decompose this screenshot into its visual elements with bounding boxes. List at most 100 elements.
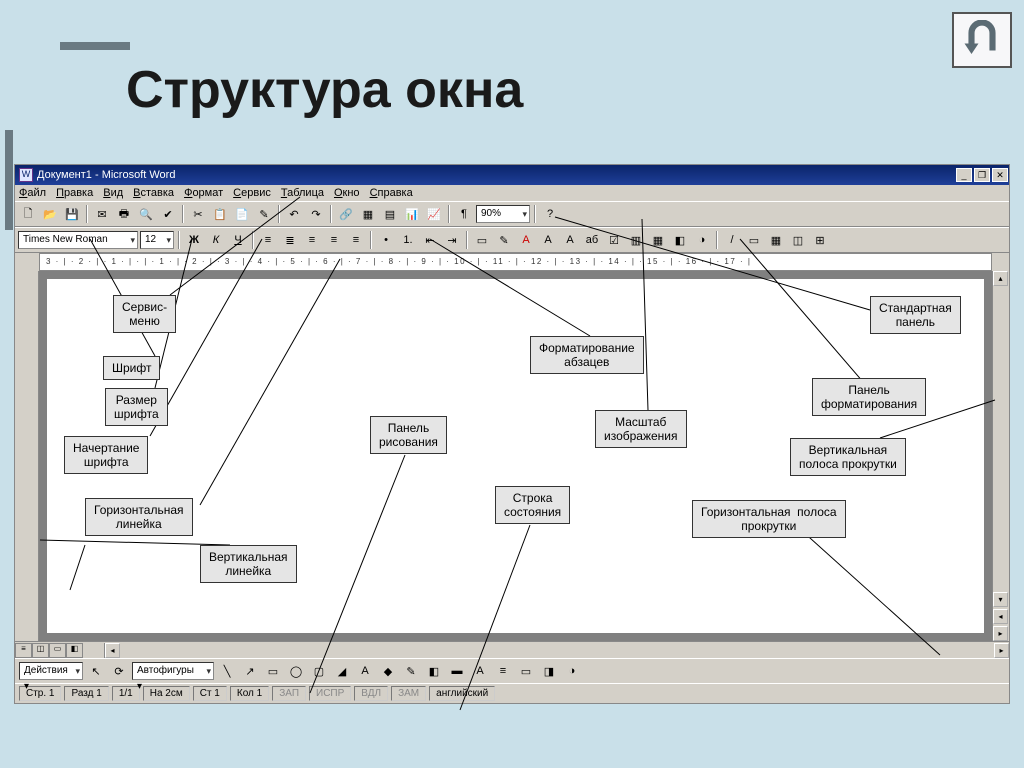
lock-icon[interactable]: ⊞ (810, 230, 830, 250)
view-outline-icon[interactable]: ◧ (66, 643, 83, 658)
horizontal-scrollbar[interactable]: ≡ ◫ ▭ ◧ ◂ ▸ (15, 641, 1009, 658)
line-icon[interactable]: ╲ (217, 661, 237, 681)
view-print-icon[interactable]: ▭ (49, 643, 66, 658)
menu-file[interactable]: Файл (19, 187, 46, 199)
italic-button[interactable]: К (206, 230, 226, 250)
line-tool-icon[interactable]: / (722, 230, 742, 250)
fill-icon[interactable]: ✎ (401, 661, 421, 681)
font-size-combo[interactable]: 12 (140, 231, 174, 249)
text-icon[interactable]: A (355, 661, 375, 681)
zoom-combo[interactable]: 90% (476, 205, 530, 223)
bullets-icon[interactable]: • (376, 230, 396, 250)
font-color-icon[interactable]: A (516, 230, 536, 250)
underline-button[interactable]: Ч (228, 230, 248, 250)
cut-icon[interactable]: ✂ (188, 204, 208, 224)
highlight-icon[interactable]: ✎ (494, 230, 514, 250)
excel-icon[interactable]: 📊 (402, 204, 422, 224)
line-color-icon[interactable]: ◧ (424, 661, 444, 681)
grid-tool-icon[interactable]: ▦ (766, 230, 786, 250)
menu-window[interactable]: Окно (334, 187, 360, 199)
indent-icon[interactable]: ⇥ (442, 230, 462, 250)
font-color2-icon[interactable]: A (470, 661, 490, 681)
check-icon[interactable]: ☑ (604, 230, 624, 250)
grow-font-icon[interactable]: A (538, 230, 558, 250)
scroll-up-icon[interactable]: ▴ (993, 271, 1008, 286)
split-icon[interactable]: ◫ (788, 230, 808, 250)
undo-icon[interactable]: ↶ (284, 204, 304, 224)
hyperlink-icon[interactable]: 🔗 (336, 204, 356, 224)
view-web-icon[interactable]: ◫ (32, 643, 49, 658)
vertical-scrollbar[interactable]: ▴ ▾ ◂ ▸ (992, 271, 1009, 641)
maximize-button[interactable]: ❐ (974, 168, 990, 182)
rect-icon[interactable]: ▭ (263, 661, 283, 681)
shade-icon[interactable]: ◧ (670, 230, 690, 250)
open-icon[interactable]: 📂 (40, 204, 60, 224)
oval-icon[interactable]: ◯ (286, 661, 306, 681)
draw-actions[interactable]: Действия ▾ (19, 662, 83, 680)
help-icon[interactable]: ? (540, 204, 560, 224)
align-justify-icon[interactable]: ≡ (324, 230, 344, 250)
tables-icon[interactable]: ▦ (358, 204, 378, 224)
minimize-button[interactable]: _ (956, 168, 972, 182)
vertical-ruler[interactable] (15, 271, 39, 641)
columns-icon[interactable]: 📈 (424, 204, 444, 224)
wordart-icon[interactable]: ◢ (332, 661, 352, 681)
paste-icon[interactable]: 📄 (232, 204, 252, 224)
menu-table[interactable]: Таблица (281, 187, 324, 199)
menu-insert[interactable]: Вставка (133, 187, 174, 199)
textbox-icon[interactable]: ▢ (309, 661, 329, 681)
table-insert-icon[interactable]: ▦ (648, 230, 668, 250)
align-distribute-icon[interactable]: ≡ (346, 230, 366, 250)
clipart-icon[interactable]: ◆ (378, 661, 398, 681)
save-icon[interactable]: 💾 (62, 204, 82, 224)
print-icon[interactable]: 🖶 (114, 204, 134, 224)
new-icon[interactable]: 🗋 (18, 204, 38, 224)
callout-para-format: Форматирование абзацев (530, 336, 644, 374)
numbering-icon[interactable]: 1. (398, 230, 418, 250)
line-weight-icon[interactable]: ▬ (447, 661, 467, 681)
titlebar: W Документ1 - Microsoft Word _ ❐ ✕ (15, 165, 1009, 185)
rect-tool-icon[interactable]: ▭ (744, 230, 764, 250)
table-draw-icon[interactable]: ▥ (626, 230, 646, 250)
arrow-icon[interactable]: ↗ (240, 661, 260, 681)
return-button[interactable] (952, 12, 1012, 68)
insert-table-icon[interactable]: ▤ (380, 204, 400, 224)
lang-icon[interactable]: aб (582, 230, 602, 250)
select-arrow-icon[interactable]: ↖ (86, 661, 106, 681)
bold-button[interactable]: Ж (184, 230, 204, 250)
mail-icon[interactable]: ✉ (92, 204, 112, 224)
menu-view[interactable]: Вид (103, 187, 123, 199)
menu-format[interactable]: Формат (184, 187, 223, 199)
menu-help[interactable]: Справка (370, 187, 413, 199)
align-center-icon[interactable]: ≣ (280, 230, 300, 250)
show-marks-icon[interactable]: ¶ (454, 204, 474, 224)
scroll-left-icon[interactable]: ◂ (105, 643, 120, 658)
prev-page-icon[interactable]: ◂ (993, 609, 1008, 624)
dash-icon[interactable]: ≡ (493, 661, 513, 681)
copy-icon[interactable]: 📋 (210, 204, 230, 224)
align-right-icon[interactable]: ≡ (302, 230, 322, 250)
scroll-down-icon[interactable]: ▾ (993, 592, 1008, 607)
contrast-icon[interactable]: ◑ (692, 230, 712, 250)
border-icon[interactable]: ▭ (472, 230, 492, 250)
rotate-icon[interactable]: ⟳ (109, 661, 129, 681)
align-left-icon[interactable]: ≡ (258, 230, 278, 250)
horizontal-ruler[interactable]: 3 · | · 2 · | · 1 · | · | · 1 · | · 2 · … (39, 253, 992, 271)
format-painter-icon[interactable]: ✎ (254, 204, 274, 224)
shadow-icon[interactable]: ◨ (539, 661, 559, 681)
arrow-style-icon[interactable]: ▭ (516, 661, 536, 681)
autoshapes-combo[interactable]: Автофигуры ▾ (132, 662, 214, 680)
outdent-icon[interactable]: ⇤ (420, 230, 440, 250)
close-button[interactable]: ✕ (992, 168, 1008, 182)
menu-tools[interactable]: Сервис (233, 187, 271, 199)
menu-edit[interactable]: Правка (56, 187, 93, 199)
3d-icon[interactable]: ◑ (562, 661, 582, 681)
font-combo[interactable]: Times New Roman (18, 231, 138, 249)
redo-icon[interactable]: ↷ (306, 204, 326, 224)
preview-icon[interactable]: 🔍 (136, 204, 156, 224)
scroll-right-icon[interactable]: ▸ (994, 643, 1009, 658)
shrink-font-icon[interactable]: A (560, 230, 580, 250)
next-page-icon[interactable]: ▸ (993, 626, 1008, 641)
view-normal-icon[interactable]: ≡ (15, 643, 32, 658)
spell-icon[interactable]: ✔ (158, 204, 178, 224)
